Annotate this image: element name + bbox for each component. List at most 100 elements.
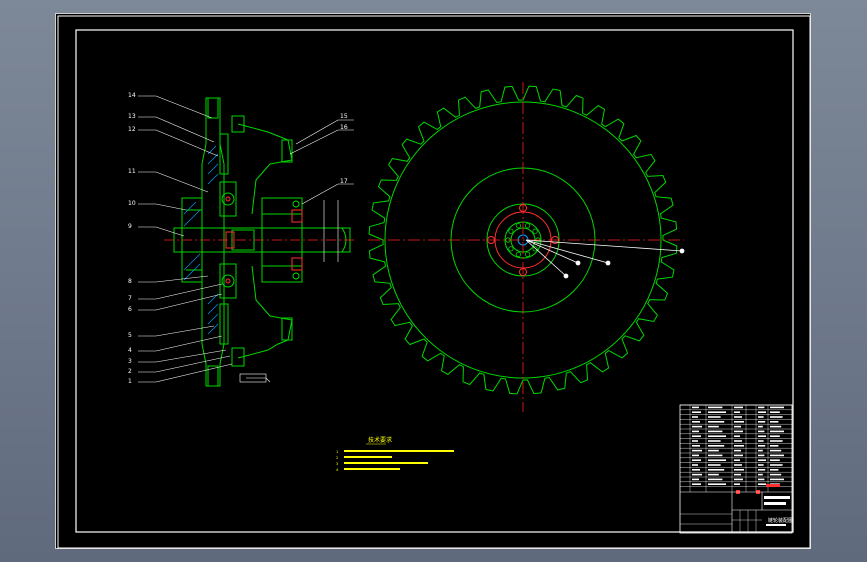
notes-lines: 1 2 3 4 [336,450,339,472]
parts-list-cell-text [770,478,784,481]
parts-list-cell-text [758,473,763,476]
note-number-3: 3 [336,462,338,466]
parts-list-cell-text [734,473,741,476]
part-label-14: 14 [128,92,136,99]
bearing-ball [515,251,521,257]
note-line-1 [344,450,454,452]
parts-list-cell-text [708,411,726,413]
parts-list-cell-text [692,406,699,409]
parts-list-cell-text [692,411,701,413]
parts-list-cell-text [758,478,765,481]
bearing-ball [515,223,521,229]
parts-list-cell-text [692,425,702,428]
parts-list-cell-text [734,459,740,461]
assembly-drawing: 14 13 12 11 10 9 8 7 6 5 4 3 2 1 15 16 1… [57,15,811,549]
parts-list-cell-text [758,464,764,466]
front-view [368,82,685,412]
parts-list-cell-text [692,421,700,423]
part-label-6: 6 [128,306,132,313]
part-label-1: 1 [128,378,132,385]
bearing-ball [532,228,538,234]
parts-list-cell-text [734,416,742,418]
part-label-17: 17 [340,178,348,185]
note-line-3 [344,462,428,464]
parts-list-cell-text [734,440,742,442]
parts-list-cell-text [758,445,766,447]
parts-list-cell-text [770,406,784,409]
parts-list-cell-text [708,445,725,447]
bearing-ball [508,228,514,234]
parts-list-cell-text [758,411,766,413]
parts-list-cell-text [708,483,726,485]
parts-list-cell-text [758,406,765,409]
section-view [173,97,351,387]
parts-list-cell-text [708,430,723,433]
parts-list-cell-text [734,469,744,471]
part-label-15: 15 [340,113,348,120]
part-label-13: 13 [128,113,136,120]
part-label-11: 11 [128,168,136,175]
tooth-top [207,97,219,119]
company-name-box [764,496,790,499]
parts-list-cell-text [708,464,721,466]
cover-lower [237,265,293,359]
bearing-ball [524,223,531,229]
note-number-1: 1 [336,450,338,454]
parts-list-cell-text [708,406,723,409]
parts-list-cell-text [692,464,698,466]
parts-list-cell-text [692,430,699,433]
parts-list-cell-text [770,454,784,457]
part-label-12: 12 [128,126,136,133]
part-label-7: 7 [128,295,132,302]
parts-list-cell-text [708,440,721,442]
parts-list-cell-text [770,411,780,413]
note-line-2 [344,456,392,458]
bearing-ball [524,251,531,257]
part-label-9: 9 [128,223,132,230]
part-label-5: 5 [128,332,132,339]
cover-upper [237,123,293,215]
parts-list-columns [689,405,769,492]
parts-list-cell-text [708,435,726,437]
parts-list-cell-text [692,435,701,437]
bearing-ball [508,246,514,252]
part-label-16: 16 [340,124,348,131]
parts-list-cell-text [708,473,719,476]
parts-list-cell-text [692,459,701,461]
parts-list-cell-text [708,449,719,452]
parts-list-cell-text [758,435,766,437]
leader-lines [138,95,354,383]
parts-list-cell-text [734,445,744,447]
drawing-name: 链轮装配图 [768,517,793,524]
parts-list-cell-text [770,435,780,437]
parts-list-cell-text [734,430,743,433]
parts-list-cell-text [692,416,698,418]
parts-list-cell-text [734,454,743,457]
parts-list-cell-text [770,421,779,423]
front-leaders [525,239,685,279]
parts-list-cell-text [758,425,763,428]
parts-list-cell-text [770,425,782,428]
parts-list-cell-text [692,473,702,476]
parts-list-cell-text [708,425,719,428]
parts-list-cell-text [758,416,764,418]
inner-frame [75,29,794,533]
parts-list-cell-text [770,430,784,433]
parts-list-cell-text [770,440,783,442]
parts-list-cell-text [734,478,743,481]
cad-viewport[interactable]: 14 13 12 11 10 9 8 7 6 5 4 3 2 1 15 16 1… [55,13,811,549]
parts-list-cell-text [708,478,723,481]
housing-bolt [292,200,300,208]
parts-list-cell-text [692,483,701,485]
parts-list-cell-text [708,459,726,461]
parts-list-cell-text [770,445,779,447]
parts-list-cell-text [734,449,741,452]
parts-list-cell-text [734,464,742,466]
parts-list-cell-text [770,459,780,461]
parts-list-cell-text [692,449,702,452]
parts-list-cell-text [734,406,743,409]
parts-list-cell-text [692,440,698,442]
part-labels: 14 13 12 11 10 9 8 7 6 5 4 3 2 1 15 16 1… [128,92,348,385]
parts-list-cell-text [758,459,766,461]
parts-list-cell-text [770,473,782,476]
